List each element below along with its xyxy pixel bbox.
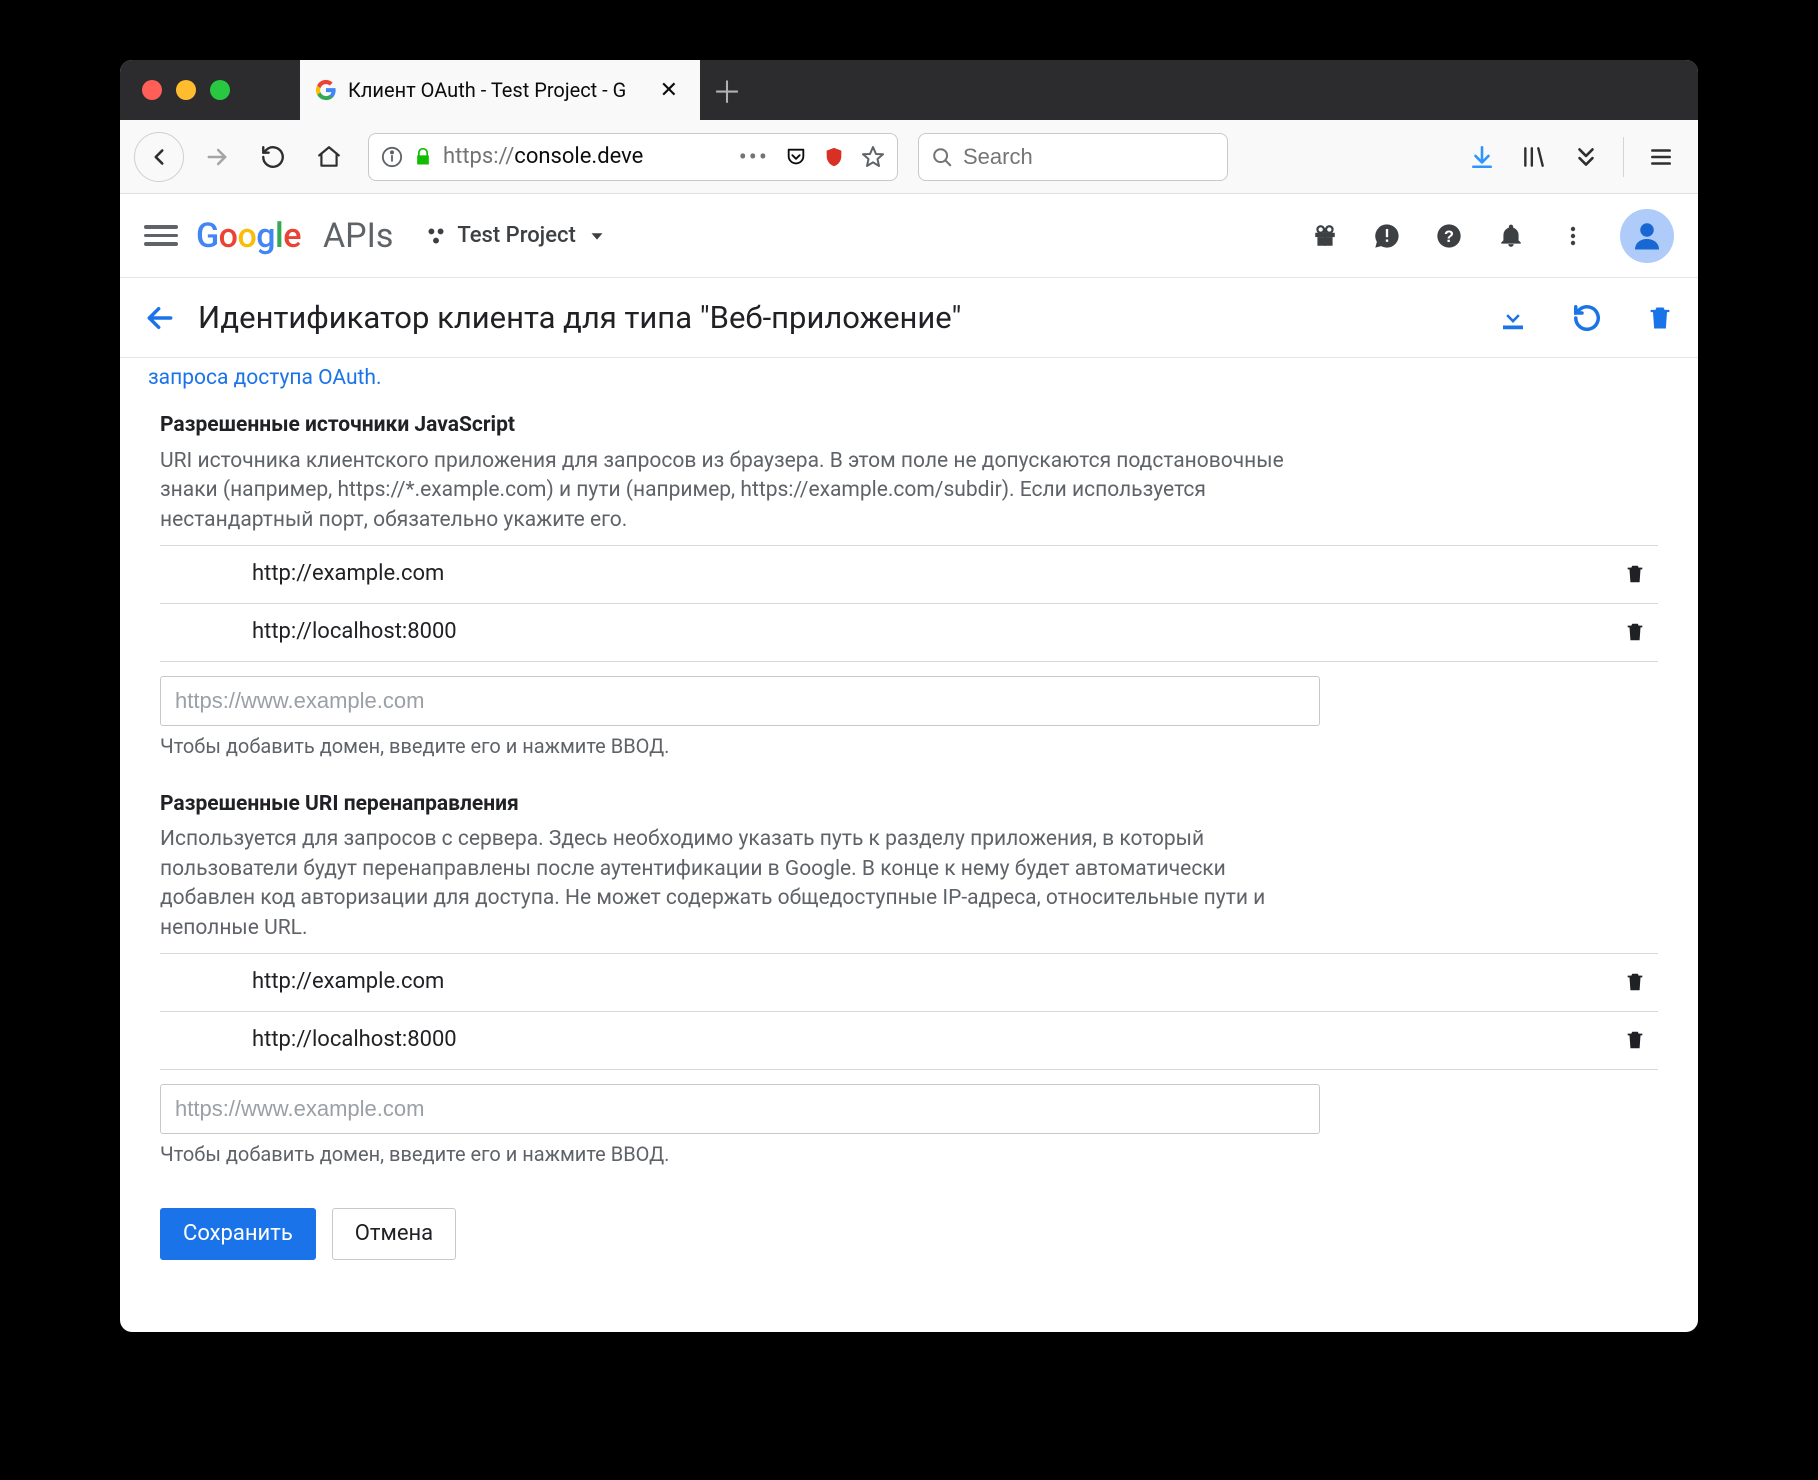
- svg-text:?: ?: [1444, 227, 1454, 245]
- js-origins-description: URI источника клиентского приложения для…: [160, 447, 1300, 535]
- redirect-uris-list: http://example.com http://localhost:8000: [160, 953, 1658, 1070]
- library-icon[interactable]: [1511, 134, 1557, 180]
- console-header: Google APIs Test Project ?: [120, 194, 1698, 278]
- overflow-chevrons-icon[interactable]: [1563, 134, 1609, 180]
- js-origin-hint: Чтобы добавить домен, введите его и нажм…: [160, 732, 1320, 760]
- redirect-uris-description: Используется для запросов с сервера. Зде…: [160, 825, 1300, 943]
- notifications-icon[interactable]: [1496, 221, 1526, 251]
- alert-bubble-icon[interactable]: [1372, 221, 1402, 251]
- project-picker[interactable]: Test Project: [425, 223, 607, 248]
- page-actions-icon[interactable]: •••: [739, 143, 769, 171]
- redirect-uri-hint: Чтобы добавить домен, введите его и нажм…: [160, 1140, 1320, 1168]
- content-area: запроса доступа OAuth. Разрешенные источ…: [120, 364, 1698, 1290]
- uri-row: http://example.com: [160, 954, 1658, 1012]
- js-origins-section: Разрешенные источники JavaScript URI ист…: [160, 411, 1658, 760]
- redirect-uris-heading: Разрешенные URI перенаправления: [160, 790, 1658, 819]
- tab-close-button[interactable]: ✕: [654, 76, 684, 105]
- account-avatar[interactable]: [1620, 209, 1674, 263]
- app-menu-button[interactable]: [1638, 134, 1684, 180]
- bookmark-star-icon[interactable]: [861, 145, 885, 169]
- apis-label: APIs: [323, 216, 393, 256]
- uri-row: http://example.com: [160, 546, 1658, 604]
- search-bar[interactable]: [918, 133, 1228, 181]
- window-close-button[interactable]: [142, 80, 162, 100]
- help-icon[interactable]: ?: [1434, 221, 1464, 251]
- tab-title: Клиент OAuth - Test Project - G: [348, 78, 644, 102]
- uri-value: http://localhost:8000: [252, 1025, 1624, 1056]
- redirect-uri-add-input[interactable]: [160, 1084, 1320, 1134]
- reset-secret-button[interactable]: [1572, 303, 1602, 333]
- cancel-button[interactable]: Отмена: [332, 1208, 456, 1260]
- search-icon: [931, 146, 953, 168]
- nav-home-button[interactable]: [306, 134, 352, 180]
- url-bar[interactable]: https://console.deve •••: [368, 133, 898, 181]
- form-buttons: Сохранить Отмена: [160, 1208, 1658, 1260]
- browser-tab[interactable]: Клиент OAuth - Test Project - G ✕: [300, 60, 700, 120]
- window-controls: [120, 80, 300, 100]
- more-vert-icon[interactable]: [1558, 221, 1588, 251]
- window-minimize-button[interactable]: [176, 80, 196, 100]
- save-button[interactable]: Сохранить: [160, 1208, 316, 1260]
- titlebar: Клиент OAuth - Test Project - G ✕ ＋: [120, 60, 1698, 120]
- nav-reload-button[interactable]: [250, 134, 296, 180]
- console-menu-button[interactable]: [144, 225, 178, 246]
- toolbar-divider: [1623, 137, 1624, 177]
- uri-value: http://localhost:8000: [252, 617, 1624, 648]
- uri-value: http://example.com: [252, 967, 1624, 998]
- js-origins-heading: Разрешенные источники JavaScript: [160, 411, 1658, 440]
- google-favicon-icon: [314, 78, 338, 102]
- gift-icon[interactable]: [1310, 221, 1340, 251]
- js-origin-add-input[interactable]: [160, 676, 1320, 726]
- new-tab-button[interactable]: ＋: [700, 60, 754, 120]
- nav-forward-button[interactable]: [194, 134, 240, 180]
- project-icon: [425, 225, 447, 247]
- site-info-icon[interactable]: [381, 146, 403, 168]
- delete-uri-button[interactable]: [1624, 971, 1646, 993]
- uri-row: http://localhost:8000: [160, 604, 1658, 662]
- window-zoom-button[interactable]: [210, 80, 230, 100]
- redirect-uris-section: Разрешенные URI перенаправления Использу…: [160, 790, 1658, 1168]
- oauth-consent-link[interactable]: запроса доступа OAuth.: [148, 364, 1658, 393]
- uri-row: http://localhost:8000: [160, 1012, 1658, 1070]
- uri-value: http://example.com: [252, 559, 1624, 590]
- browser-window: Клиент OAuth - Test Project - G ✕ ＋ http: [120, 60, 1698, 1332]
- project-name: Test Project: [457, 223, 575, 248]
- delete-uri-button[interactable]: [1624, 1029, 1646, 1051]
- page-action-bar: Идентификатор клиента для типа "Веб-прил…: [120, 278, 1698, 358]
- delete-uri-button[interactable]: [1624, 621, 1646, 643]
- chevron-down-icon: [586, 225, 608, 247]
- search-input[interactable]: [963, 144, 1215, 170]
- nav-back-button[interactable]: [134, 132, 184, 182]
- google-logo: Google: [196, 216, 301, 256]
- delete-uri-button[interactable]: [1624, 563, 1646, 585]
- page-title: Идентификатор клиента для типа "Веб-прил…: [198, 299, 1476, 336]
- ublock-icon[interactable]: [823, 146, 845, 168]
- delete-client-button[interactable]: [1646, 304, 1674, 332]
- page-back-button[interactable]: [144, 302, 176, 334]
- pocket-icon[interactable]: [785, 146, 807, 168]
- downloads-icon[interactable]: [1459, 134, 1505, 180]
- lock-icon: [413, 147, 433, 167]
- url-text: https://console.deve: [443, 144, 643, 169]
- navbar: https://console.deve •••: [120, 120, 1698, 194]
- js-origins-list: http://example.com http://localhost:8000: [160, 545, 1658, 662]
- download-json-button[interactable]: [1498, 303, 1528, 333]
